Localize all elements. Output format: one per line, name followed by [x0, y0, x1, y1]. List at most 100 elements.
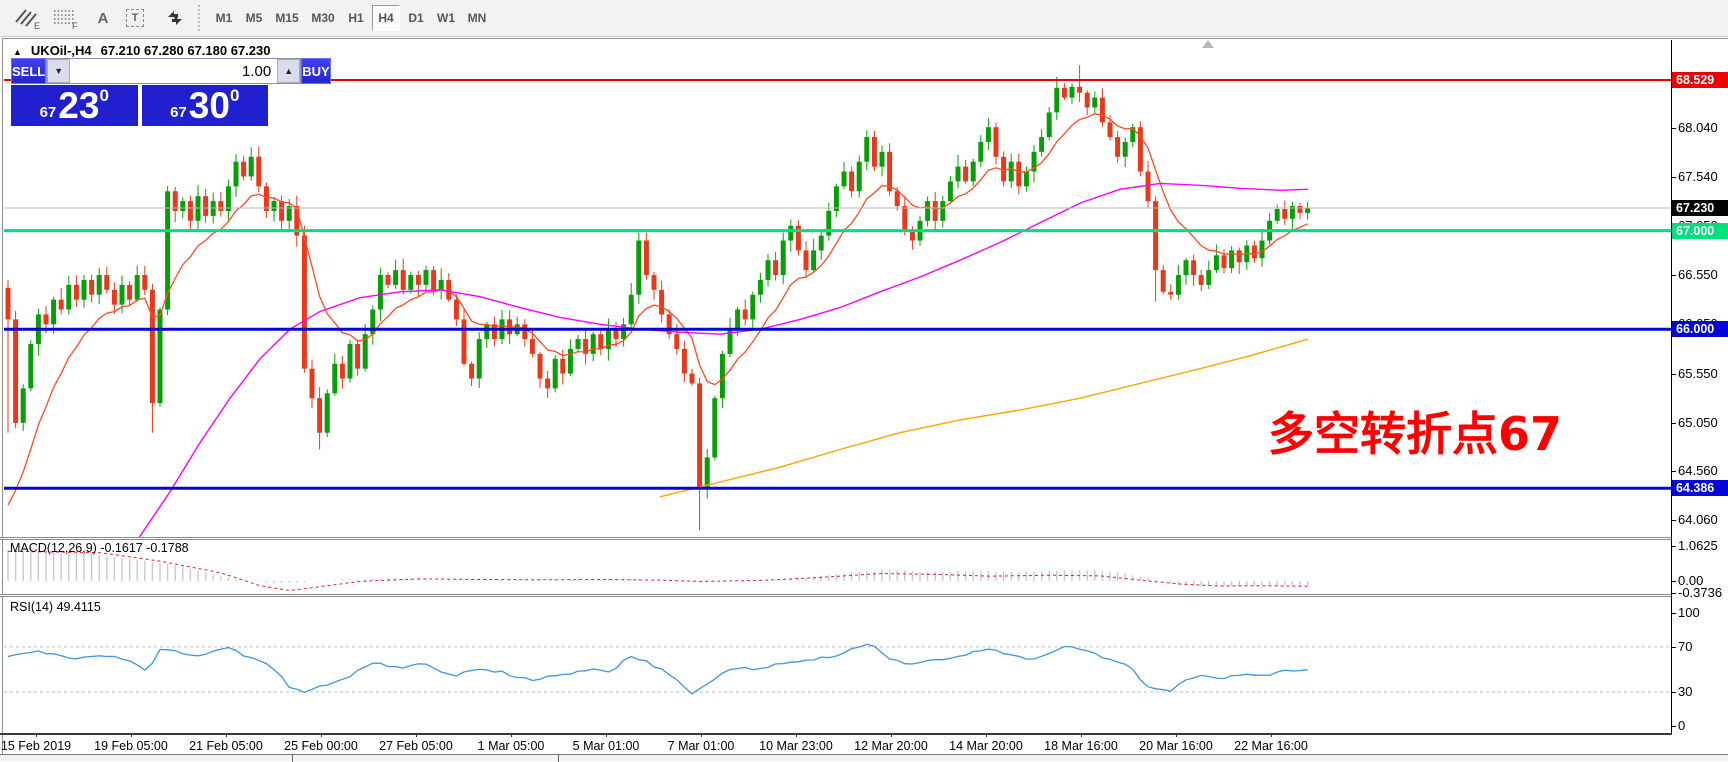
- candle-body: [1100, 98, 1105, 123]
- candle-body: [408, 275, 413, 290]
- volume-increase-button[interactable]: ▲: [277, 59, 300, 83]
- candle-body: [424, 270, 429, 285]
- candle-body: [446, 280, 451, 300]
- candle-body: [933, 201, 938, 221]
- candle-body: [1252, 245, 1257, 258]
- volume-input[interactable]: [70, 59, 277, 83]
- candle-body: [538, 354, 543, 379]
- candle-body: [74, 285, 79, 300]
- price-level-badge: 67.000: [1672, 223, 1728, 239]
- timeframe-button-w1[interactable]: W1: [432, 5, 460, 31]
- candle-body: [522, 324, 527, 339]
- sell-button[interactable]: SELL: [11, 58, 46, 84]
- arrow-objects-tool-button[interactable]: ▼: [156, 4, 194, 32]
- sell-price-display[interactable]: 67 23 0: [11, 85, 138, 126]
- candle-body: [1016, 162, 1021, 187]
- candle-body: [1260, 241, 1265, 259]
- buy-price-display[interactable]: 67 30 0: [142, 85, 269, 126]
- chart-tab-strip[interactable]: [0, 754, 1728, 761]
- candle-body: [135, 275, 140, 300]
- timeframe-button-m30[interactable]: M30: [306, 5, 340, 31]
- grid-icon: F: [50, 6, 80, 30]
- timeframe-button-m5[interactable]: M5: [240, 5, 268, 31]
- candle-body: [750, 295, 755, 320]
- rsi-line: [8, 644, 1308, 694]
- draw-crayon-icon: E: [12, 6, 42, 30]
- rsi-axis-tick: [1671, 647, 1676, 648]
- candle-body: [712, 398, 717, 457]
- arrow-objects-icon: [164, 8, 186, 28]
- candle-body: [150, 290, 155, 403]
- candle-body: [82, 280, 87, 300]
- macd-axis-tick: [1671, 546, 1676, 547]
- volume-spinner: ▼ ▲: [46, 58, 301, 84]
- text-box-icon: T: [126, 9, 144, 27]
- macd-axis-label: 1.0625: [1678, 538, 1718, 554]
- timeframe-button-mn[interactable]: MN: [462, 5, 492, 31]
- candle-body: [1222, 255, 1227, 268]
- candle-body: [484, 324, 489, 339]
- candle-body: [469, 364, 474, 379]
- candle-body: [348, 344, 353, 378]
- date-axis-tick: [226, 733, 227, 737]
- price-level-badge: 66.000: [1672, 321, 1728, 337]
- date-axis-tick: [701, 733, 702, 737]
- collapse-triangle-icon[interactable]: ▲: [13, 47, 22, 57]
- candle-body: [530, 339, 535, 354]
- price-axis-tick-label: 64.060: [1678, 512, 1718, 528]
- macd-indicator-canvas[interactable]: [4, 540, 1671, 594]
- macd-axis-label: -0.3736: [1678, 585, 1722, 601]
- buy-button[interactable]: BUY: [301, 58, 330, 84]
- price-axis-tick: [1671, 177, 1676, 178]
- rsi-axis-label: 30: [1678, 684, 1692, 700]
- timeframe-button-m15[interactable]: M15: [270, 5, 304, 31]
- volume-decrease-button[interactable]: ▼: [47, 59, 70, 83]
- text-label-tool-button[interactable]: A: [90, 4, 116, 32]
- timeframe-button-m1[interactable]: M1: [210, 5, 238, 31]
- price-axis-tick: [1671, 128, 1676, 129]
- candle-body: [1191, 260, 1196, 275]
- candle-body: [1176, 275, 1181, 295]
- timeframe-button-d1[interactable]: D1: [402, 5, 430, 31]
- candle-body: [1199, 275, 1204, 285]
- timeframe-button-h1[interactable]: H1: [342, 5, 370, 31]
- candle-body: [355, 344, 360, 369]
- candle-body: [1298, 206, 1303, 213]
- candle-body: [127, 285, 132, 300]
- timeframe-button-h4[interactable]: H4: [372, 5, 400, 31]
- candle-body: [1184, 260, 1189, 275]
- price-axis-tick: [1671, 520, 1676, 521]
- candle-body: [386, 275, 391, 285]
- macd-panel-divider[interactable]: [0, 537, 1728, 540]
- candle-body: [986, 127, 991, 142]
- candle-body: [401, 270, 406, 290]
- price-axis-tick: [1671, 275, 1676, 276]
- grid-tool-button[interactable]: F: [48, 4, 82, 32]
- candle-body: [956, 167, 961, 182]
- candle-body: [59, 300, 64, 310]
- candle-body: [576, 339, 581, 349]
- candle-body: [302, 236, 307, 369]
- candle-body: [659, 290, 664, 315]
- rsi-indicator-canvas[interactable]: [4, 598, 1671, 733]
- date-axis-label: 25 Feb 00:00: [284, 739, 358, 753]
- candle-body: [264, 186, 269, 211]
- ma-fast-line: [8, 114, 1308, 505]
- rsi-panel-divider[interactable]: [0, 594, 1728, 597]
- draw-crayon-tool-button[interactable]: E: [10, 4, 44, 32]
- candle-body: [971, 162, 976, 182]
- date-axis-tick: [511, 733, 512, 737]
- date-axis-tick: [986, 733, 987, 737]
- candle-body: [925, 201, 930, 221]
- sell-price-prefix: 67: [40, 105, 57, 120]
- rsi-axis-tick: [1671, 726, 1676, 727]
- candle-body: [978, 142, 983, 162]
- candle-body: [705, 457, 710, 487]
- chart-shift-marker-icon: [1202, 40, 1214, 48]
- date-axis-label: 10 Mar 23:00: [759, 739, 833, 753]
- text-box-tool-button[interactable]: T: [122, 4, 148, 32]
- candle-body: [940, 201, 945, 221]
- candle-body: [758, 280, 763, 295]
- candle-body: [226, 186, 231, 211]
- candle-body: [963, 167, 968, 182]
